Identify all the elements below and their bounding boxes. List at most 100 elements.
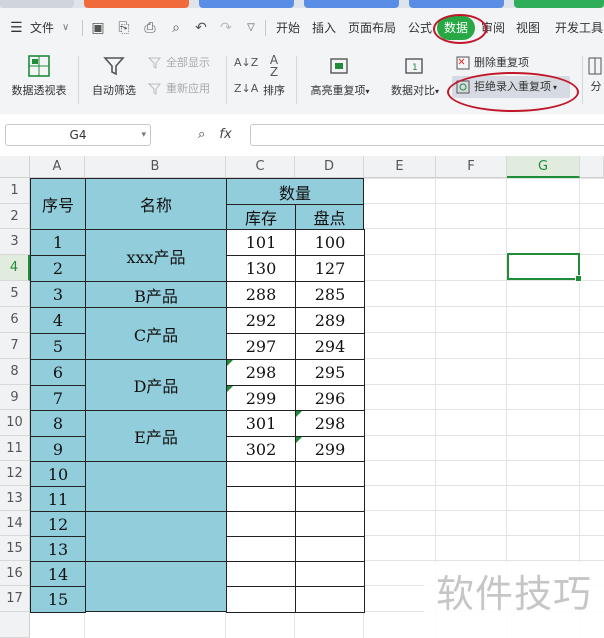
name-cell[interactable]: xxx产品 <box>85 229 227 282</box>
show-all-button[interactable]: 全部显示 <box>147 54 210 72</box>
tab-insert[interactable]: 插入 <box>312 8 336 48</box>
row-header[interactable]: 5 <box>0 281 30 307</box>
row-header[interactable]: 13 <box>0 486 30 511</box>
tab-home[interactable]: 开始 <box>276 8 300 48</box>
header-count-cell[interactable]: 盘点 <box>295 204 364 230</box>
column-header[interactable]: C <box>226 156 295 178</box>
column-header[interactable]: D <box>295 156 364 178</box>
fill-handle[interactable] <box>575 275 582 282</box>
seq-cell[interactable]: 10 <box>30 461 86 487</box>
row-header[interactable]: 8 <box>0 359 30 385</box>
stock-cell[interactable]: 292 <box>226 307 296 334</box>
row-header[interactable]: 3 <box>0 229 30 255</box>
stock-cell[interactable]: 299 <box>226 385 296 411</box>
count-cell[interactable]: 295 <box>295 359 365 386</box>
zoom-search-icon[interactable]: ⌕ <box>198 127 205 142</box>
seq-cell[interactable]: 8 <box>30 410 86 437</box>
split-column-button[interactable]: 分 <box>588 54 604 94</box>
export-pdf-icon[interactable]: ⎘ <box>116 20 132 36</box>
count-cell[interactable]: 289 <box>295 307 365 334</box>
count-cell[interactable]: 127 <box>295 255 365 282</box>
print-icon[interactable]: ⎙ <box>142 20 158 36</box>
stock-cell[interactable]: 297 <box>226 333 296 360</box>
row-header[interactable]: 2 <box>0 204 30 229</box>
header-stock-cell[interactable]: 库存 <box>226 204 296 230</box>
data-compare-button[interactable]: 1 数据对比▾ <box>384 54 446 98</box>
seq-cell[interactable]: 12 <box>30 511 86 537</box>
count-cell[interactable]: 299 <box>295 436 365 462</box>
seq-cell[interactable]: 13 <box>30 536 86 562</box>
stock-cell[interactable]: 101 <box>226 229 296 256</box>
count-cell[interactable] <box>295 486 365 512</box>
seq-cell[interactable]: 9 <box>30 436 86 462</box>
name-cell[interactable]: B产品 <box>85 281 227 308</box>
row-header[interactable]: 17 <box>0 586 30 612</box>
tab-view[interactable]: 视图 <box>516 8 540 48</box>
fx-icon[interactable]: fx <box>219 127 231 142</box>
sort-button[interactable]: AZ 排序 <box>258 54 290 98</box>
header-name-cell[interactable]: 名称 <box>85 178 227 230</box>
count-cell[interactable]: 100 <box>295 229 365 256</box>
name-cell-empty[interactable] <box>85 511 227 562</box>
row-header[interactable]: 14 <box>0 511 30 536</box>
name-cell[interactable]: C产品 <box>85 307 227 360</box>
row-header-partial[interactable] <box>0 612 30 638</box>
count-cell[interactable] <box>295 561 365 587</box>
name-box[interactable]: G4 ▾ <box>5 124 151 146</box>
stock-cell[interactable]: 288 <box>226 281 296 308</box>
row-header[interactable]: 7 <box>0 333 30 359</box>
seq-cell[interactable]: 4 <box>30 307 86 334</box>
stock-cell[interactable] <box>226 586 296 613</box>
row-header[interactable]: 15 <box>0 536 30 561</box>
seq-cell[interactable]: 11 <box>30 486 86 512</box>
sort-descending-icon[interactable]: Z↓A <box>234 80 258 98</box>
stock-cell[interactable] <box>226 511 296 537</box>
reapply-button[interactable]: 重新应用 <box>147 80 210 98</box>
header-seq-cell[interactable]: 序号 <box>30 178 86 230</box>
column-header[interactable]: B <box>85 156 226 178</box>
seq-cell[interactable]: 14 <box>30 561 86 587</box>
stock-cell[interactable] <box>226 561 296 587</box>
sort-ascending-icon[interactable]: A↓Z <box>234 54 258 72</box>
column-header[interactable]: F <box>436 156 507 178</box>
row-header[interactable]: 9 <box>0 385 30 410</box>
tab-formulas[interactable]: 公式 <box>408 8 432 48</box>
remove-duplicates-button[interactable]: 删除重复项 <box>456 54 529 72</box>
row-header[interactable]: 6 <box>0 307 30 333</box>
file-menu[interactable]: 文件 <box>30 8 54 48</box>
stock-cell[interactable]: 302 <box>226 436 296 462</box>
row-header[interactable]: 4 <box>0 255 30 281</box>
customize-toolbar-icon[interactable]: ▽ <box>243 20 259 36</box>
seq-cell[interactable]: 6 <box>30 359 86 386</box>
undo-icon[interactable]: ↶ <box>193 20 209 36</box>
row-header[interactable]: 10 <box>0 410 30 436</box>
count-cell[interactable]: 285 <box>295 281 365 308</box>
highlight-duplicates-button[interactable]: 高亮重复项▾ <box>304 54 376 98</box>
stock-cell[interactable]: 301 <box>226 410 296 437</box>
row-header[interactable]: 11 <box>0 436 30 461</box>
row-header[interactable]: 12 <box>0 461 30 486</box>
name-cell[interactable]: D产品 <box>85 359 227 411</box>
active-cell-g4[interactable] <box>507 253 582 282</box>
count-cell[interactable] <box>295 536 365 562</box>
count-cell[interactable] <box>295 461 365 487</box>
column-header[interactable]: G <box>507 156 580 178</box>
redo-icon[interactable]: ↷ <box>218 20 234 36</box>
seq-cell[interactable]: 5 <box>30 333 86 360</box>
tab-page-layout[interactable]: 页面布局 <box>348 8 396 48</box>
count-cell[interactable]: 296 <box>295 385 365 411</box>
hamburger-icon[interactable]: ☰ <box>10 8 23 48</box>
seq-cell[interactable]: 3 <box>30 281 86 308</box>
formula-input[interactable] <box>250 124 604 146</box>
name-cell-empty[interactable] <box>85 561 227 612</box>
count-cell[interactable]: 294 <box>295 333 365 360</box>
print-preview-icon[interactable]: ⌕ <box>168 20 184 36</box>
row-header[interactable]: 16 <box>0 561 30 586</box>
column-header[interactable]: E <box>364 156 436 178</box>
chevron-down-icon[interactable]: ∨ <box>62 8 69 48</box>
save-icon[interactable]: ▣ <box>90 20 106 36</box>
row-header[interactable]: 1 <box>0 178 30 204</box>
seq-cell[interactable]: 1 <box>30 229 86 256</box>
select-all-corner[interactable] <box>0 156 30 178</box>
stock-cell[interactable] <box>226 461 296 487</box>
